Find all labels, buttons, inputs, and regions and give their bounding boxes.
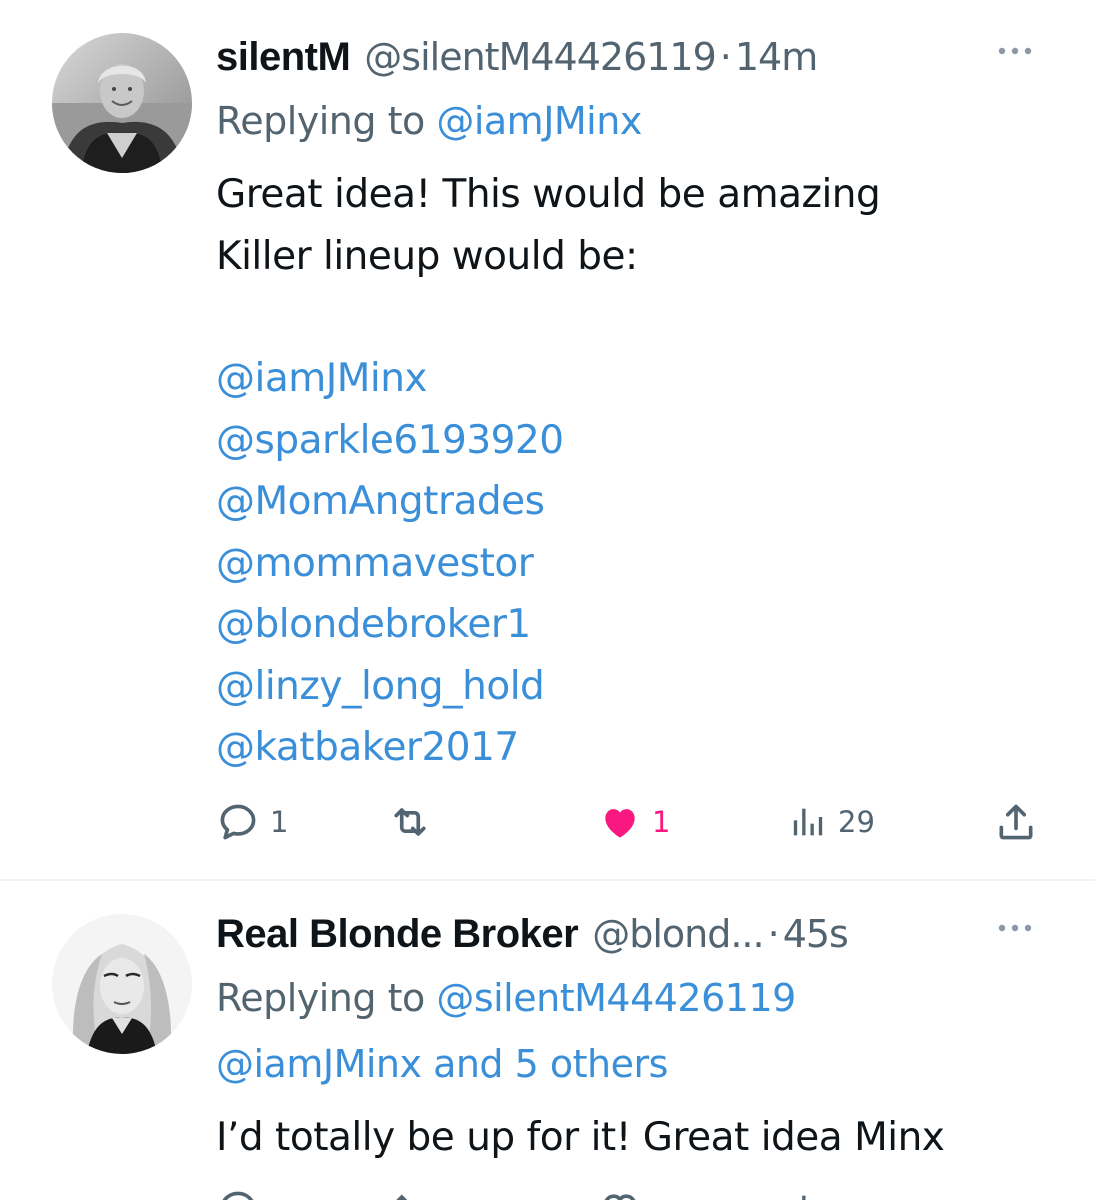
timestamp[interactable]: 45s xyxy=(783,909,849,959)
reply-icon xyxy=(220,804,256,840)
mention-link[interactable]: @mommavestor xyxy=(216,533,564,595)
reply-button[interactable]: 1 xyxy=(216,800,288,844)
views-button[interactable]: 29 xyxy=(788,800,875,844)
reply-button[interactable] xyxy=(216,1187,260,1200)
retweet-button[interactable] xyxy=(388,800,442,844)
share-button[interactable] xyxy=(994,800,1038,844)
tweet-text: Great idea! This would be amazing Killer… xyxy=(216,164,881,288)
mention-link[interactable]: @iamJMinx xyxy=(216,348,564,410)
retweet-icon xyxy=(396,1194,408,1200)
retweet-icon xyxy=(394,808,426,836)
reply-icon xyxy=(222,1191,254,1200)
replying-to-line: Replying to @iamJMinx xyxy=(216,90,642,152)
retweet-button[interactable] xyxy=(388,1187,432,1200)
heart-icon xyxy=(604,1194,636,1200)
tweet-header: silentM @silentM44426119 · 14m xyxy=(216,32,818,82)
mention-link[interactable]: @linzy_long_hold xyxy=(216,656,564,718)
display-name[interactable]: Real Blonde Broker xyxy=(216,909,579,959)
tweet-actions: 1 1 29 xyxy=(216,800,1046,844)
mention-link[interactable]: @katbaker2017 xyxy=(216,717,564,779)
display-name[interactable]: silentM xyxy=(216,32,351,82)
reply-count: 1 xyxy=(270,805,289,839)
like-button[interactable]: 1 xyxy=(598,800,670,844)
user-handle[interactable]: @blond... xyxy=(592,909,764,959)
tweet-text: I’d totally be up for it! Great idea Min… xyxy=(216,1107,945,1169)
replying-to-prefix: Replying to xyxy=(216,99,425,143)
tweet-text-line: I’d totally be up for it! Great idea Min… xyxy=(216,1115,945,1160)
mention-list: @iamJMinx @sparkle6193920 @MomAngtrades … xyxy=(216,348,564,779)
views-count: 29 xyxy=(838,805,875,839)
tweet-header: Real Blonde Broker @blond... · 45s xyxy=(216,909,849,959)
more-options-button[interactable] xyxy=(995,913,1035,943)
user-handle[interactable]: @silentM44426119 xyxy=(364,32,716,82)
tweet-text-line: Great idea! This would be amazing xyxy=(216,172,881,217)
mention-link[interactable]: @MomAngtrades xyxy=(216,471,564,533)
share-icon xyxy=(999,804,1033,840)
replying-to-line: Replying to @silentM44426119 xyxy=(216,967,796,1029)
avatar-photo xyxy=(52,33,192,173)
tweet-actions xyxy=(216,1187,1046,1200)
more-icon xyxy=(998,924,1032,932)
heart-filled-icon xyxy=(605,809,635,838)
like-count: 1 xyxy=(652,805,671,839)
more-options-button[interactable] xyxy=(995,36,1035,66)
views-button[interactable] xyxy=(788,1187,828,1200)
replying-to-prefix: Replying to xyxy=(216,976,425,1020)
replying-to-mention[interactable]: @iamJMinx xyxy=(436,99,642,143)
mention-link[interactable]: @sparkle6193920 xyxy=(216,410,564,472)
replying-to-others: @iamJMinx and 5 others xyxy=(216,1033,668,1095)
mention-link[interactable]: @blondebroker1 xyxy=(216,594,564,656)
avatar-photo xyxy=(52,914,192,1054)
tweet[interactable]: silentM @silentM44426119 · 14m Replying … xyxy=(0,0,1095,880)
avatar[interactable] xyxy=(52,33,192,173)
separator-dot: · xyxy=(719,35,732,79)
like-button[interactable] xyxy=(598,1187,642,1200)
tweet-text-line: Killer lineup would be: xyxy=(216,234,638,279)
separator-dot: · xyxy=(767,912,780,956)
more-icon xyxy=(998,47,1032,55)
views-icon xyxy=(793,808,823,836)
avatar[interactable] xyxy=(52,914,192,1054)
tweet[interactable]: Real Blonde Broker @blond... · 45s Reply… xyxy=(0,881,1095,1200)
replying-to-others-link[interactable]: @iamJMinx and 5 others xyxy=(216,1042,668,1086)
views-icon xyxy=(802,1195,806,1200)
replying-to-mention[interactable]: @silentM44426119 xyxy=(436,976,796,1020)
timestamp[interactable]: 14m xyxy=(735,32,818,82)
